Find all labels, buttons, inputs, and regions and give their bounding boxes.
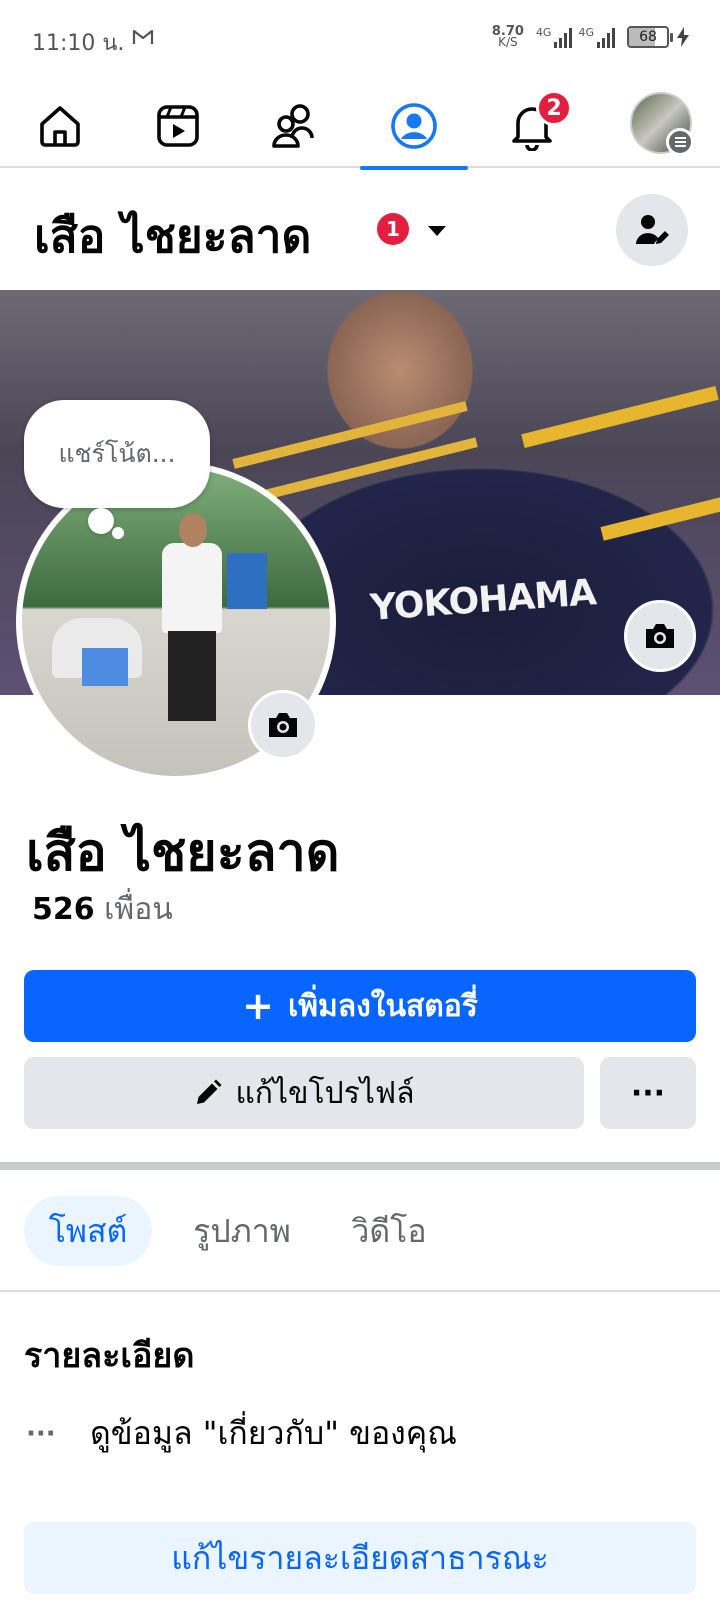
- pencil-icon: [197, 1079, 222, 1104]
- video-icon: [157, 105, 199, 147]
- add-to-story-label: เพิ่มลงในสตอรี่: [287, 988, 478, 1024]
- nav-friends[interactable]: [236, 84, 356, 168]
- home-icon: [40, 106, 80, 147]
- friends-count[interactable]: 526 เพื่อน: [32, 886, 173, 933]
- signal-label: 4G: [535, 26, 552, 39]
- about-info-text: ดูข้อมูล "เกี่ยวกับ" ของคุณ: [90, 1414, 457, 1452]
- menu-icon: [666, 128, 694, 156]
- profile-settings-button[interactable]: [616, 194, 688, 266]
- gmail-icon: [132, 28, 154, 50]
- nav-home[interactable]: [0, 84, 120, 168]
- profile-camera-button[interactable]: [248, 690, 318, 760]
- top-navigation: 2: [0, 84, 720, 170]
- net-speed: 8.70 K/S: [492, 25, 524, 49]
- signal-icon: 4G: [578, 26, 615, 48]
- net-speed-unit: K/S: [498, 35, 518, 49]
- nav-notifications[interactable]: 2: [472, 84, 592, 168]
- signal-label: 4G: [578, 26, 594, 39]
- status-time: 11:10 น.: [32, 31, 125, 56]
- tab-videos[interactable]: วิดีโอ: [334, 1196, 444, 1266]
- edit-public-details-button[interactable]: แก้ไขรายละเอียดสาธารณะ: [24, 1522, 696, 1594]
- account-badge: 1: [377, 213, 409, 245]
- share-note-bubble[interactable]: แชร์โน้ต...: [24, 400, 210, 508]
- about-info-row[interactable]: ··· ดูข้อมูล "เกี่ยวกับ" ของคุณ: [26, 1408, 457, 1459]
- more-dots-icon: ···: [26, 1418, 56, 1449]
- details-heading: รายละเอียด: [24, 1336, 195, 1376]
- camera-icon: [646, 624, 674, 648]
- more-options-button[interactable]: ···: [600, 1057, 696, 1129]
- profile-icon: [391, 103, 437, 149]
- signal-icon: 4G: [536, 26, 573, 48]
- battery-level: 68: [639, 29, 657, 45]
- profile-tabs: โพสต์ รูปภาพ วิดีโอ: [0, 1190, 720, 1272]
- status-indicators: 8.70 K/S 4G 4G 68: [492, 25, 690, 49]
- plus-icon: +: [242, 984, 274, 1028]
- note-bubble-tail: [88, 508, 114, 534]
- header-name[interactable]: เสือ ไชยะลาด: [34, 200, 311, 273]
- caret-down-icon[interactable]: [428, 226, 446, 236]
- section-divider: [0, 1162, 720, 1170]
- profile-header: เสือ ไชยะลาด 1: [0, 170, 720, 290]
- nav-profile[interactable]: [354, 84, 474, 170]
- cover-camera-button[interactable]: [624, 600, 696, 672]
- tab-photos[interactable]: รูปภาพ: [172, 1196, 312, 1266]
- edit-profile-button[interactable]: แก้ไขโปรไฟล์: [24, 1057, 584, 1129]
- camera-icon: [269, 713, 297, 737]
- person-edit-icon: [636, 215, 669, 244]
- notification-badge: 2: [536, 90, 572, 126]
- status-bar: 11:10 น. 8.70 K/S 4G 4G 68: [0, 0, 720, 80]
- charging-icon: [677, 27, 689, 47]
- menu-avatar[interactable]: [630, 92, 694, 156]
- tabs-divider: [0, 1290, 720, 1292]
- friends-label: เพื่อน: [104, 892, 173, 927]
- cover-shirt-text: YOKOHAMA: [368, 572, 598, 629]
- friends-number: 526: [32, 892, 95, 927]
- profile-name: เสือ ไชยะลาด: [26, 823, 340, 883]
- add-to-story-button[interactable]: + เพิ่มลงในสตอรี่: [24, 970, 696, 1042]
- note-bubble-tail: [112, 527, 124, 539]
- edit-profile-label: แก้ไขโปรไฟล์: [235, 1075, 415, 1111]
- tab-posts[interactable]: โพสต์: [24, 1196, 152, 1266]
- nav-watch[interactable]: [118, 84, 238, 168]
- friends-icon: [272, 104, 314, 148]
- battery-icon: 68: [627, 26, 690, 48]
